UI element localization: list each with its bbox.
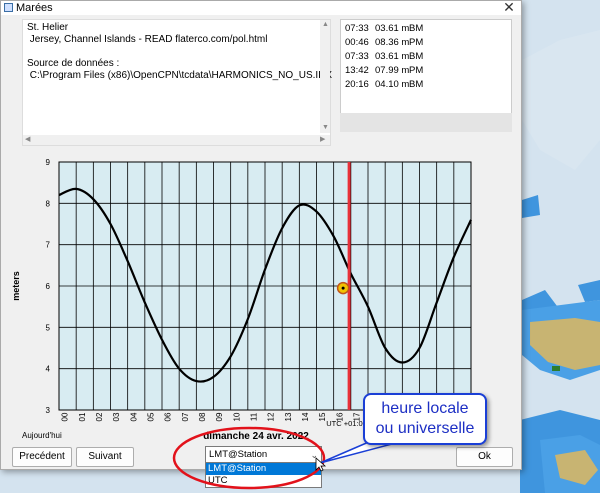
- callout-line-1: heure locale: [381, 400, 469, 417]
- x-tick-label: 03: [112, 412, 121, 421]
- tide-height: 08.36 m: [375, 37, 410, 48]
- station-info-line: St. Helier: [27, 22, 69, 33]
- tide-type: BM: [409, 79, 424, 90]
- x-tick-label: 10: [232, 412, 241, 421]
- station-info-line: Jersey, Channel Islands - READ flaterco.…: [27, 34, 268, 45]
- timezone-offset-label: UTC +01:00: [326, 419, 367, 428]
- y-tick-label: 9: [46, 158, 51, 167]
- x-tick-label: 05: [146, 412, 155, 421]
- previous-button[interactable]: Precédent: [12, 447, 72, 467]
- app-icon: [4, 3, 13, 12]
- station-info-line: Source de données :: [27, 58, 120, 69]
- y-tick-label: 7: [46, 241, 51, 250]
- info-vertical-scrollbar[interactable]: ▲ ▼: [320, 20, 330, 133]
- scroll-down-icon[interactable]: ▼: [322, 123, 329, 133]
- station-info-text: St. Helier Jersey, Channel Islands - REA…: [27, 22, 332, 82]
- tide-time: 20:16: [345, 79, 369, 90]
- tide-height: 04.10 m: [375, 79, 410, 90]
- tide-height: 07.99 m: [375, 65, 410, 76]
- info-horizontal-scrollbar[interactable]: ◀ ▶: [23, 135, 330, 145]
- x-tick-label: 01: [78, 412, 87, 421]
- station-info-panel[interactable]: St. Helier Jersey, Channel Islands - REA…: [22, 19, 332, 146]
- y-tick-label: 4: [46, 365, 51, 374]
- window-title: Marées: [16, 2, 53, 14]
- tide-time: 07:33: [345, 23, 369, 34]
- tide-type: PM: [409, 37, 424, 48]
- close-icon[interactable]: ✕: [498, 0, 520, 15]
- x-tick-label: 07: [181, 412, 190, 421]
- scroll-left-icon[interactable]: ◀: [25, 135, 30, 145]
- tide-height: 03.61 m: [375, 23, 410, 34]
- x-tick-label: 12: [267, 412, 276, 421]
- x-tick-label: 09: [215, 412, 224, 421]
- tide-time: 00:46: [345, 37, 369, 48]
- tide-time: 07:33: [345, 51, 369, 62]
- station-info-line: [27, 46, 332, 58]
- timezone-option-lmt[interactable]: LMT@Station: [206, 463, 321, 475]
- next-button[interactable]: Suivant: [76, 447, 134, 467]
- x-tick-label: 00: [61, 412, 70, 421]
- y-tick-label: 8: [46, 199, 51, 208]
- timezone-option-utc[interactable]: UTC: [206, 475, 321, 487]
- x-tick-label: 11: [249, 412, 258, 421]
- today-label: Aujourd'hui: [22, 431, 62, 440]
- chart-date-label: dimanche 24 avr. 2022: [203, 431, 309, 442]
- tide-list-empty-area: [340, 113, 512, 132]
- timezone-dropdown-list: LMT@Station UTC: [205, 462, 322, 488]
- ok-button[interactable]: Ok: [456, 447, 513, 467]
- callout-line-2: ou universelle: [375, 420, 475, 437]
- x-tick-label: 08: [198, 412, 207, 421]
- tide-type: PM: [409, 65, 424, 76]
- chevron-down-icon[interactable]: ⌄: [310, 447, 318, 463]
- title-bar: Marées ✕: [1, 0, 521, 15]
- x-tick-label: 14: [301, 412, 310, 421]
- tide-time: 13:42: [345, 65, 369, 76]
- timezone-select-value: LMT@Station: [209, 449, 268, 460]
- y-tick-label: 6: [46, 282, 51, 291]
- tide-type: BM: [409, 23, 424, 34]
- tide-chart: 345678900 01 02 03 04 05 06 07 08 09 10 11 12 13 14 15 1…: [11, 158, 472, 428]
- annotation-callout: heure locale ou universelle: [363, 393, 487, 445]
- tide-height: 03.61 m: [375, 51, 410, 62]
- y-axis-label: meters: [11, 271, 21, 301]
- x-tick-label: 06: [164, 412, 173, 421]
- scroll-up-icon[interactable]: ▲: [322, 20, 329, 30]
- x-tick-label: 13: [284, 412, 293, 421]
- station-info-line: C:\Program Files (x86)\OpenCPN\tcdata\HA…: [27, 70, 333, 81]
- scroll-right-icon[interactable]: ▶: [320, 135, 325, 145]
- y-tick-label: 5: [46, 323, 51, 332]
- x-tick-label: 04: [129, 412, 138, 421]
- tide-type: BM: [409, 51, 424, 62]
- x-tick-label: 02: [95, 412, 104, 421]
- current-height-point-center: [341, 286, 345, 290]
- y-tick-label: 3: [46, 406, 51, 415]
